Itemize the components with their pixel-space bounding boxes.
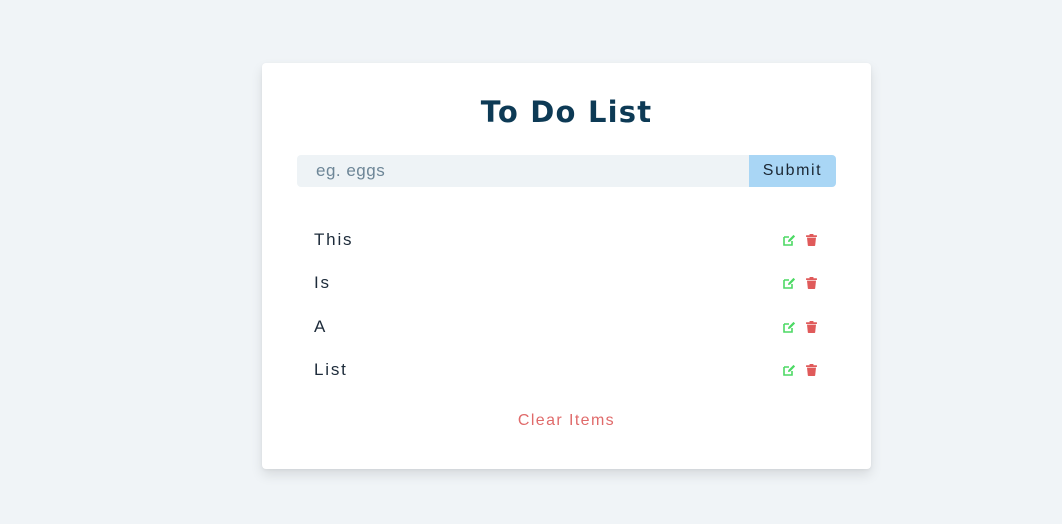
list-item: List — [314, 349, 819, 393]
list-item: A — [314, 305, 819, 349]
submit-button[interactable]: Submit — [749, 155, 836, 187]
todo-list: This Is A List — [314, 218, 819, 392]
edit-icon[interactable] — [782, 363, 796, 377]
trash-icon[interactable] — [804, 276, 818, 290]
item-input[interactable] — [297, 155, 749, 187]
item-actions — [782, 320, 818, 334]
item-actions — [782, 276, 818, 290]
add-item-form: Submit — [297, 155, 836, 187]
trash-icon[interactable] — [804, 363, 818, 377]
edit-icon[interactable] — [782, 233, 796, 247]
list-item: Is — [314, 262, 819, 306]
todo-card: To Do List Submit This — [262, 63, 871, 469]
edit-icon[interactable] — [782, 320, 796, 334]
clear-items-button[interactable]: Clear Items — [262, 412, 871, 430]
item-label: This — [314, 229, 354, 249]
trash-icon[interactable] — [804, 233, 818, 247]
item-label: List — [314, 360, 348, 380]
list-item: This — [314, 218, 819, 262]
page-title: To Do List — [480, 95, 653, 129]
item-actions — [782, 363, 818, 377]
edit-icon[interactable] — [782, 276, 796, 290]
item-label: A — [314, 316, 328, 336]
item-actions — [782, 233, 818, 247]
item-label: Is — [314, 273, 331, 293]
trash-icon[interactable] — [804, 320, 818, 334]
